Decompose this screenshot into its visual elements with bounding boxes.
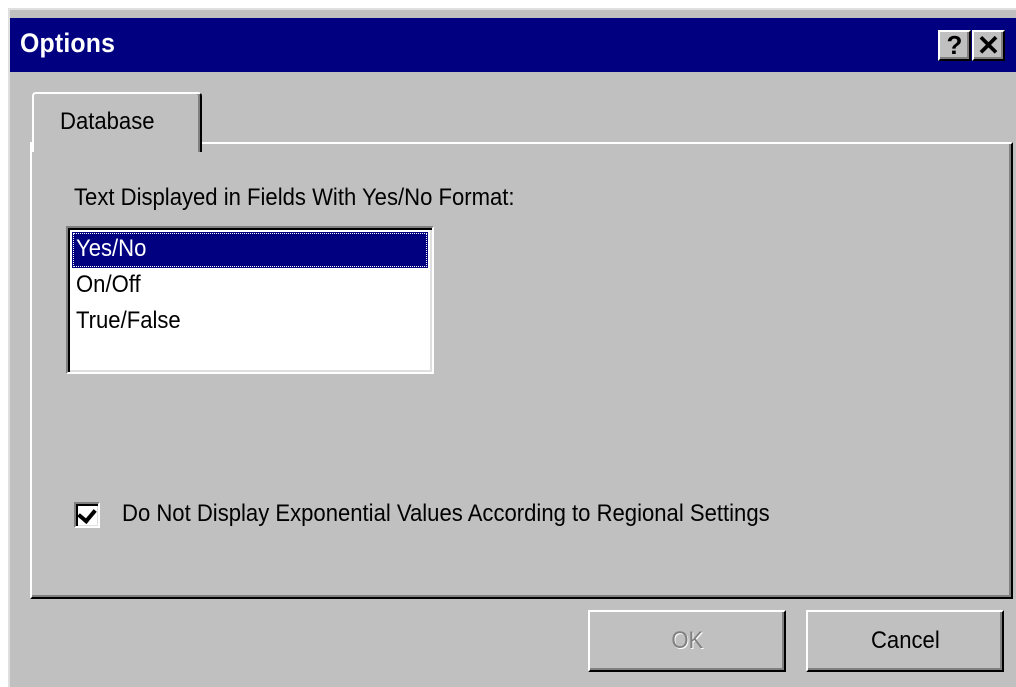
- list-item-yes-no[interactable]: Yes/No: [72, 232, 428, 268]
- ok-button-label: OK: [671, 627, 703, 654]
- yesno-format-listbox[interactable]: Yes/No On/Off True/False: [66, 226, 434, 374]
- exponential-values-label[interactable]: Do Not Display Exponential Values Accord…: [122, 500, 770, 528]
- list-item-on-off-label: On/Off: [76, 271, 141, 298]
- list-item-yes-no-label: Yes/No: [76, 235, 147, 262]
- help-button[interactable]: ?: [938, 30, 971, 61]
- options-dialog: Options ? ✕ Database Text Displayed in F…: [8, 8, 1016, 687]
- checkmark-icon: [77, 504, 97, 524]
- close-button[interactable]: ✕: [972, 30, 1005, 61]
- yesno-format-label: Text Displayed in Fields With Yes/No For…: [74, 184, 515, 211]
- title-bar[interactable]: Options ? ✕: [10, 18, 1016, 72]
- tab-database-label: Database: [60, 108, 155, 135]
- tab-database[interactable]: Database: [32, 92, 202, 152]
- list-item-true-false-label: True/False: [76, 307, 181, 334]
- ok-button[interactable]: OK: [588, 610, 786, 672]
- exponential-values-checkbox[interactable]: [74, 502, 100, 528]
- window-title: Options: [20, 28, 116, 58]
- cancel-button[interactable]: Cancel: [806, 610, 1004, 672]
- database-tab-panel: Text Displayed in Fields With Yes/No For…: [30, 142, 1013, 599]
- list-item-true-false[interactable]: True/False: [72, 304, 428, 340]
- cancel-button-label: Cancel: [870, 627, 940, 654]
- list-item-on-off[interactable]: On/Off: [72, 268, 428, 304]
